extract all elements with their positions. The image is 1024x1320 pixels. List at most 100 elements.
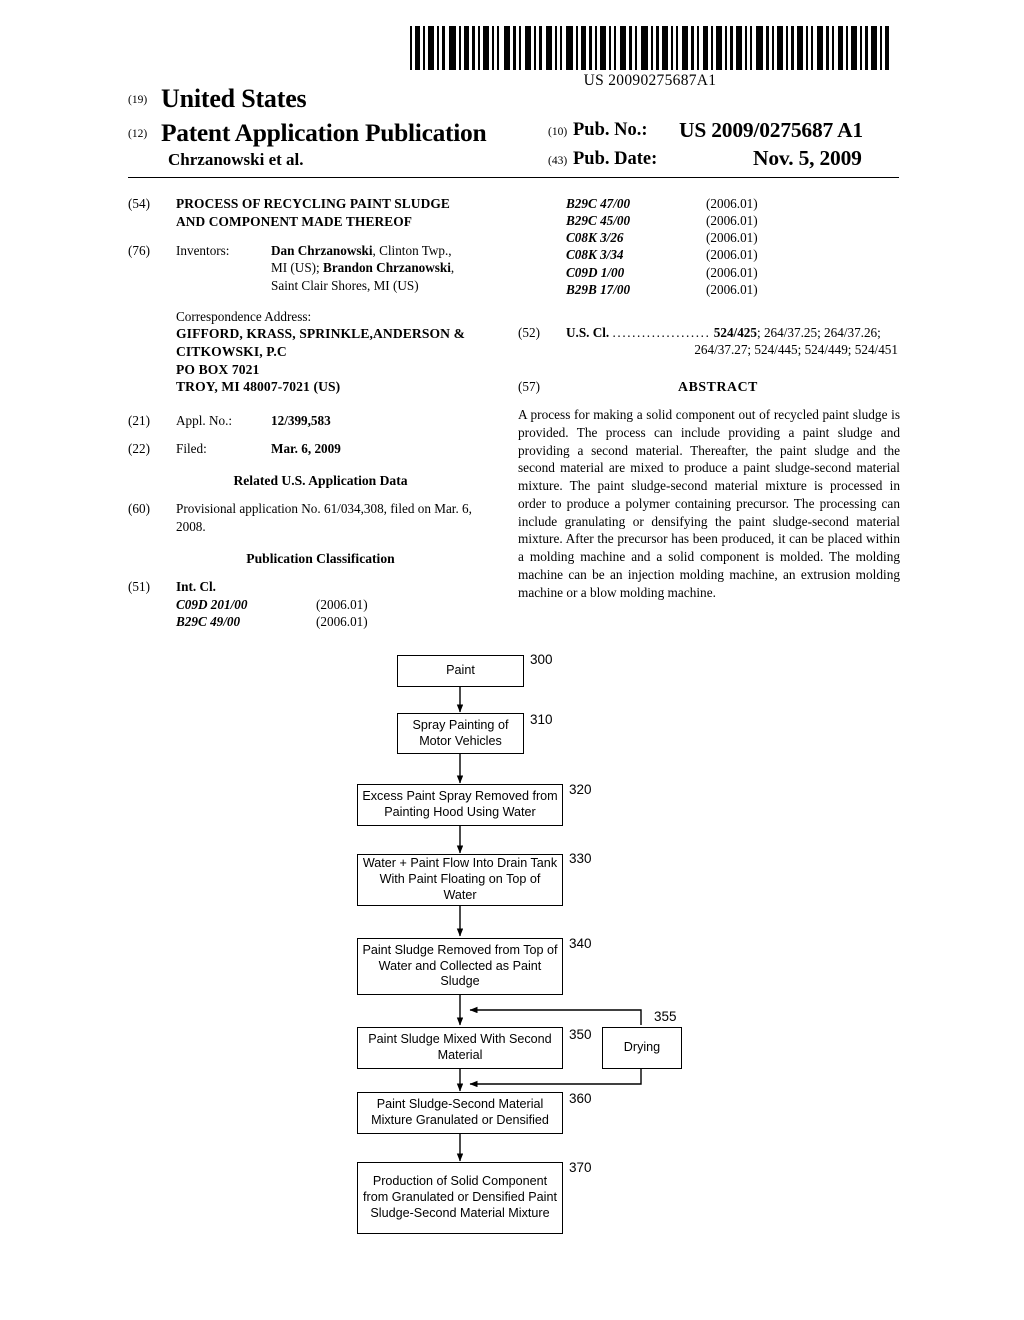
field-code-52: (52) (518, 324, 540, 340)
us-cl-dot-leader: .................... (612, 324, 711, 340)
int-cl-row: C09D 1/00 (2006.01) (566, 264, 900, 281)
field-code-12: (12) (128, 128, 148, 140)
application-number-field: (21) Appl. No.: 12/399,583 (128, 412, 503, 429)
flow-box-310: Spray Painting of Motor Vehicles (397, 713, 524, 754)
flow-box-355-label: Drying (623, 1040, 661, 1054)
int-cl-row: B29C 49/00 (2006.01) (176, 613, 503, 630)
flow-box-340-label: Paint Sludge Removed from Top of Water a… (362, 942, 558, 989)
inventors-field: (76) Inventors: Dan Chrzanowski, Clinton… (128, 242, 503, 295)
flow-box-330-label: Water + Paint Flow Into Drain Tank With … (362, 856, 558, 902)
int-cl-row: C08K 3/26 (2006.01) (566, 229, 900, 246)
us-cl-rest-line-1: ; 264/37.25; 264/37.26; (757, 324, 881, 340)
int-cl-code: B29C 49/00 (176, 614, 241, 630)
header-divider (128, 177, 899, 178)
int-cl-date: (2006.01) (706, 230, 758, 246)
inventor-2-name: Brandon Chrzanowski (323, 260, 451, 276)
inventor-1-name: Dan Chrzanowski (271, 242, 373, 258)
int-cl-row: B29C 47/00 (2006.01) (566, 195, 900, 212)
applicant-name: Chrzanowski et al. (168, 150, 304, 169)
field-code-76: (76) (128, 242, 150, 258)
flow-box-360: Paint Sludge-Second Material Mixture Gra… (357, 1092, 563, 1134)
related-application-data-heading: Related U.S. Application Data (233, 473, 408, 489)
inventor-2-location: Saint Clair Shores, MI (US) (271, 277, 419, 293)
flow-ref-360: 360 (569, 1091, 592, 1106)
flow-box-300-label: Paint (446, 663, 475, 677)
flow-box-320: Excess Paint Spray Removed from Painting… (357, 784, 563, 826)
flow-ref-300: 300 (530, 652, 553, 667)
flow-ref-330: 330 (569, 851, 592, 866)
flow-box-350: Paint Sludge Mixed With Second Material (357, 1027, 563, 1069)
int-cl-date: (2006.01) (706, 264, 758, 280)
pub-date-value: Nov. 5, 2009 (753, 146, 862, 170)
country-name: United States (161, 84, 307, 113)
flow-ref-310: 310 (530, 712, 553, 727)
filed-label: Filed: (176, 441, 207, 457)
int-cl-list-left: C09D 201/00 (2006.01) B29C 49/00 (2006.0… (176, 596, 503, 630)
int-cl-label: Int. Cl. (176, 578, 216, 594)
flow-box-310-label: Spray Painting of Motor Vehicles (412, 717, 509, 748)
correspondence-line-3: PO BOX 7021 (176, 361, 260, 377)
correspondence-heading: Correspondence Address: (176, 309, 312, 325)
field-code-51: (51) (128, 578, 150, 594)
int-cl-row: C08K 3/34 (2006.01) (566, 246, 900, 263)
pub-no-label: Pub. No.: (573, 120, 648, 140)
appl-no-label: Appl. No.: (176, 413, 233, 429)
correspondence-address-block: Correspondence Address: GIFFORD, KRASS, … (176, 308, 503, 396)
int-cl-date: (2006.01) (706, 196, 758, 211)
abstract-heading: (57) ABSTRACT (518, 378, 900, 396)
inventor-1: Dan Chrzanowski, Clinton Twp., (271, 242, 503, 260)
bibliographic-right-column: B29C 47/00 (2006.01) B29C 45/00 (2006.01… (518, 195, 900, 601)
field-code-57: (57) (518, 379, 540, 395)
int-cl-date: (2006.01) (706, 213, 758, 229)
int-cl-date: (2006.01) (316, 614, 368, 630)
barcode-header: US 20090275687A1 (408, 26, 892, 90)
publication-classification-heading: Publication Classification (246, 551, 395, 567)
flow-ref-370: 370 (569, 1160, 592, 1175)
pub-no-value: US 2009/0275687 A1 (679, 118, 863, 142)
correspondence-line-1: GIFFORD, KRASS, SPRINKLE,ANDERSON & (176, 326, 466, 342)
int-cl-code: C08K 3/34 (566, 247, 624, 263)
pub-date-label: Pub. Date: (573, 149, 658, 169)
related-application-text: Provisional application No. 61/034,308, … (176, 501, 472, 534)
flow-box-370: Production of Solid Component from Granu… (357, 1162, 563, 1234)
flow-box-370-label: Production of Solid Component from Granu… (363, 1174, 557, 1220)
field-code-54: (54) (128, 196, 150, 211)
int-cl-field: (51) Int. Cl. C09D 201/00 (2006.01) B29C… (128, 578, 503, 630)
document-type: Patent Application Publication (161, 118, 487, 147)
filed-date-field: (22) Filed: Mar. 6, 2009 (128, 440, 503, 457)
int-cl-row: C09D 201/00 (2006.01) (176, 596, 503, 613)
publication-barcode-number: US 20090275687A1 (583, 72, 717, 89)
appl-no-value: 12/399,583 (271, 413, 331, 429)
barcode-image (408, 26, 892, 70)
related-application-field: (60) Provisional application No. 61/034,… (128, 500, 503, 535)
inventor-1-location-2: MI (US); (271, 260, 324, 276)
us-cl-label: U.S. Cl. (566, 324, 610, 340)
field-code-10: (10) (548, 126, 568, 138)
int-cl-code: B29C 47/00 (566, 196, 631, 211)
int-cl-row: B29C 45/00 (2006.01) (566, 212, 900, 229)
flow-ref-355: 355 (654, 1009, 677, 1024)
us-cl-primary: 524/425 (713, 324, 757, 340)
int-cl-date: (2006.01) (706, 247, 758, 263)
abstract-body: A process for making a solid component o… (518, 407, 900, 600)
int-cl-code: B29B 17/00 (566, 281, 631, 297)
inventors-label: Inventors: (176, 242, 230, 258)
invention-title-field: (54) PROCESS OF RECYCLING PAINT SLUDGE A… (128, 195, 503, 231)
us-cl-line-2: 264/37.27; 524/445; 524/449; 524/451 (694, 342, 898, 358)
int-cl-code: C09D 201/00 (176, 597, 248, 613)
filed-value: Mar. 6, 2009 (271, 441, 341, 457)
int-cl-date: (2006.01) (316, 597, 368, 613)
flow-ref-320: 320 (569, 782, 592, 797)
field-code-60: (60) (128, 501, 150, 517)
correspondence-line-4: TROY, MI 48007-7021 (US) (176, 379, 341, 395)
flow-box-360-label: Paint Sludge-Second Material Mixture Gra… (371, 1097, 549, 1127)
int-cl-code: C09D 1/00 (566, 264, 625, 280)
applicant-line: Chrzanowski et al. (168, 150, 304, 170)
invention-title-line-2: AND COMPONENT MADE THEREOF (176, 213, 413, 229)
field-code-21: (21) (128, 413, 150, 429)
correspondence-line-2: CITKOWSKI, P.C (176, 344, 287, 360)
flow-ref-350: 350 (569, 1027, 592, 1042)
abstract-title: ABSTRACT (678, 379, 758, 395)
flow-ref-340: 340 (569, 936, 592, 951)
field-code-43: (43) (548, 155, 568, 167)
